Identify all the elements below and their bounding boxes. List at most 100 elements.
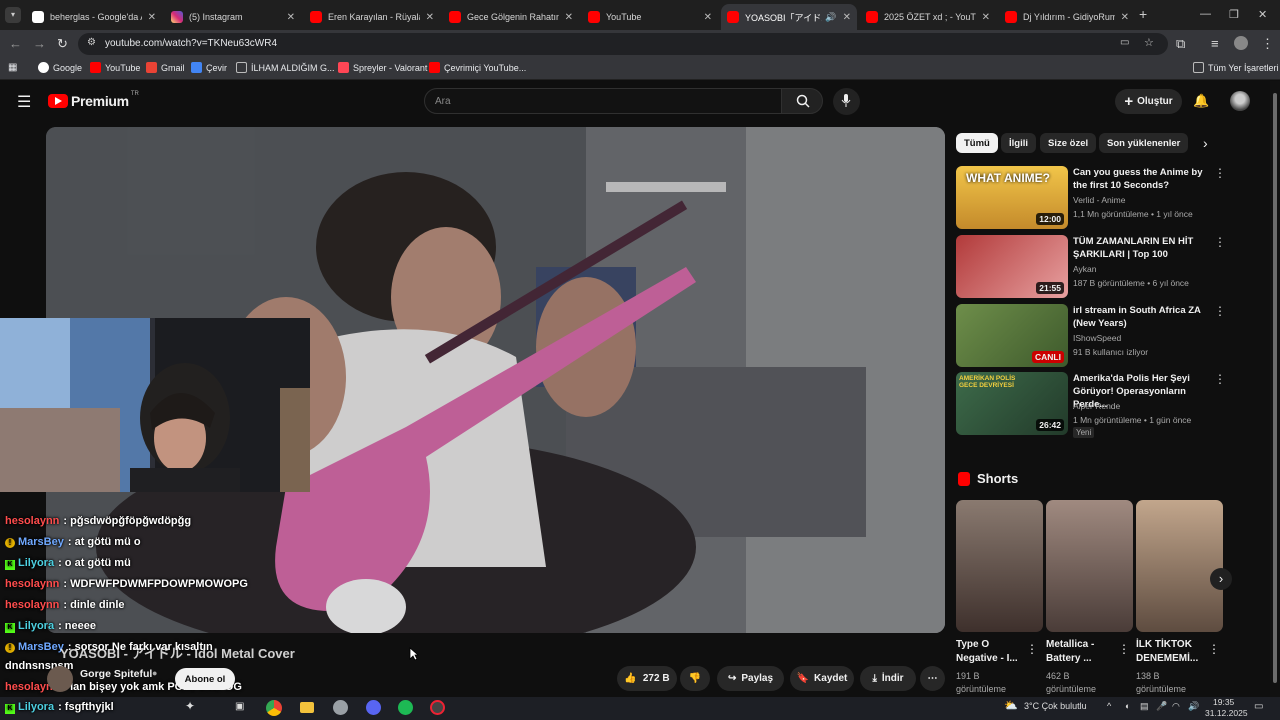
more-options-icon[interactable]: ⋮ xyxy=(1208,642,1220,656)
short-thumbnail[interactable] xyxy=(956,500,1043,632)
channel-avatar[interactable] xyxy=(47,666,73,692)
spotify-icon[interactable] xyxy=(398,700,413,715)
short-thumbnail[interactable] xyxy=(1136,500,1223,632)
address-bar[interactable]: ⚙ youtube.com/watch?v=TKNeu63cWR4 ▭ ☆ xyxy=(78,33,1168,55)
close-icon[interactable]: ✕ xyxy=(704,12,712,23)
download-button[interactable]: ⤓ İndir xyxy=(860,666,916,691)
more-options-icon[interactable]: ⋮ xyxy=(1214,304,1226,318)
subscribe-button[interactable]: Abone ol xyxy=(175,668,235,690)
discord-icon[interactable] xyxy=(366,700,381,715)
close-icon[interactable]: ✕ xyxy=(843,12,851,23)
app-tray-icon[interactable]: ▤ xyxy=(1140,701,1149,712)
bookmark-translate[interactable]: Çevir xyxy=(191,62,227,73)
youtube-logo[interactable]: Premium TR xyxy=(48,91,139,109)
recommended-video[interactable]: AMERİKAN POLİS GECE DEVRİYESİ 26:42 Amer… xyxy=(956,372,1256,440)
chevron-right-icon[interactable]: › xyxy=(1203,135,1208,151)
back-button[interactable]: ← xyxy=(9,36,22,51)
app-icon[interactable] xyxy=(430,700,445,715)
more-options-icon[interactable]: ⋮ xyxy=(1214,166,1226,180)
channel-name[interactable]: IShowSpeed xyxy=(1073,333,1121,343)
recommended-video[interactable]: CANLI irl stream in South Africa ZA (New… xyxy=(956,304,1256,368)
bookmark-star-icon[interactable]: ☆ xyxy=(1144,36,1154,49)
forward-button[interactable]: → xyxy=(33,36,46,51)
network-icon[interactable]: ◐ xyxy=(1125,701,1130,711)
microphone-icon[interactable]: 🎤 xyxy=(1156,701,1167,712)
bookmark-folder[interactable]: İLHAM ALDIĞIM G... xyxy=(236,62,335,73)
file-explorer-icon[interactable] xyxy=(300,702,314,713)
volume-icon[interactable]: 🔊 xyxy=(1188,701,1199,712)
bookmark-google[interactable]: Google xyxy=(38,62,82,73)
channel-name[interactable]: Gorge Spiteful xyxy=(80,668,152,680)
close-icon[interactable]: ✕ xyxy=(982,12,990,23)
bookmark-valorant[interactable]: Spreyler - Valorant xyxy=(338,62,427,73)
channel-name[interactable]: Verlid - Anime xyxy=(1073,195,1125,205)
scrollbar-thumb[interactable] xyxy=(1273,93,1277,683)
profile-avatar[interactable] xyxy=(1234,36,1248,50)
page-scrollbar[interactable] xyxy=(1270,81,1280,697)
hamburger-menu-icon[interactable]: ☰ xyxy=(17,92,31,112)
save-button[interactable]: 🔖 Kaydet xyxy=(790,666,854,691)
close-icon[interactable]: ✕ xyxy=(565,12,573,23)
close-icon[interactable]: ✕ xyxy=(426,12,434,23)
browser-tab[interactable]: Dj Yıldırım - GidiyoRum ✕ xyxy=(999,4,1135,30)
search-button[interactable] xyxy=(781,88,823,114)
video-thumbnail[interactable]: WHAT ANIME? 12:00 xyxy=(956,166,1068,229)
bookmark-gmail[interactable]: Gmail xyxy=(146,62,185,73)
more-options-icon[interactable]: ⋮ xyxy=(1118,642,1130,656)
bookmark-youtube[interactable]: YouTube xyxy=(90,62,140,73)
notification-center-icon[interactable]: ▭ xyxy=(1254,701,1263,712)
speaker-icon[interactable]: 🔊 xyxy=(825,12,836,23)
minimize-button[interactable]: — xyxy=(1200,8,1211,20)
apps-icon[interactable]: ▦ xyxy=(8,62,17,73)
clock-time[interactable]: 19:35 xyxy=(1213,697,1234,707)
close-window-button[interactable]: ✕ xyxy=(1258,8,1267,21)
more-actions-button[interactable]: ⋯ xyxy=(920,666,945,691)
wifi-icon[interactable]: ◠ xyxy=(1172,701,1180,712)
like-button[interactable]: 👍 272 B xyxy=(617,666,677,691)
task-view-icon[interactable]: ▣ xyxy=(235,701,244,712)
tray-overflow-icon[interactable]: ^ xyxy=(1107,701,1111,711)
more-options-icon[interactable]: ⋮ xyxy=(1026,642,1038,656)
close-icon[interactable]: ✕ xyxy=(1121,12,1129,23)
shorts-next-button[interactable]: › xyxy=(1210,568,1232,590)
more-options-icon[interactable]: ⋮ xyxy=(1214,235,1226,249)
chip-for-you[interactable]: Size özel xyxy=(1040,133,1097,153)
weather-icon[interactable]: ⛅ xyxy=(1004,699,1018,712)
browser-tab[interactable]: beherglas - Google'da Ara ✕ xyxy=(26,4,162,30)
more-options-icon[interactable]: ⋮ xyxy=(1214,372,1226,386)
browser-tab[interactable]: (5) Instagram ✕ xyxy=(165,4,301,30)
chip-all[interactable]: Tümü xyxy=(956,133,998,153)
chrome-taskbar-icon[interactable] xyxy=(266,700,282,716)
bookmark-converter[interactable]: Çevrimiçi YouTube... xyxy=(429,62,526,73)
browser-tab-active[interactable]: YOASOBI「アイドル」Idol 🔊 ✕ xyxy=(721,4,857,30)
channel-name[interactable]: Aykan xyxy=(1073,264,1096,274)
browser-tab[interactable]: 2025 ÖZET xd ; - YouT ✕ xyxy=(860,4,996,30)
video-thumbnail[interactable]: 21:55 xyxy=(956,235,1068,298)
weather-text[interactable]: 3°C Çok bulutlu xyxy=(1024,701,1087,711)
maximize-button[interactable]: ❐ xyxy=(1229,8,1239,21)
video-thumbnail[interactable]: CANLI xyxy=(956,304,1068,367)
browser-tab[interactable]: Eren Karayılan - Rüyalara ✕ xyxy=(304,4,440,30)
cast-icon[interactable]: ▭ xyxy=(1120,37,1129,48)
site-info-icon[interactable]: ⚙ xyxy=(87,37,96,48)
recommended-video[interactable]: WHAT ANIME? 12:00 Can you guess the Anim… xyxy=(956,166,1256,230)
menu-icon[interactable]: ⋮ xyxy=(1261,36,1274,52)
chip-recently-uploaded[interactable]: Son yüklenenler xyxy=(1099,133,1189,153)
copilot-icon[interactable]: ✦ xyxy=(185,699,195,713)
extensions-icon[interactable]: ⧉ xyxy=(1176,36,1185,52)
recommended-video[interactable]: 21:55 TÜM ZAMANLARIN EN HİT ŞARKILARI | … xyxy=(956,235,1256,299)
tab-search-button[interactable]: ▾ xyxy=(5,7,21,23)
short-thumbnail[interactable] xyxy=(1046,500,1133,632)
chip-related[interactable]: İlgili xyxy=(1001,133,1036,153)
media-control-icon[interactable]: ≡ xyxy=(1211,36,1219,51)
app-icon[interactable] xyxy=(333,700,348,715)
browser-tab[interactable]: YouTube ✕ xyxy=(582,4,718,30)
clock-date[interactable]: 31.12.2025 xyxy=(1205,708,1248,718)
channel-name[interactable]: Alper Rende xyxy=(1073,401,1120,411)
close-icon[interactable]: ✕ xyxy=(148,12,156,23)
search-input[interactable]: Ara xyxy=(424,88,782,114)
new-tab-button[interactable]: + xyxy=(1139,6,1147,22)
voice-search-button[interactable] xyxy=(833,88,860,115)
reload-button[interactable]: ↻ xyxy=(57,36,68,52)
account-avatar[interactable] xyxy=(1230,91,1250,111)
